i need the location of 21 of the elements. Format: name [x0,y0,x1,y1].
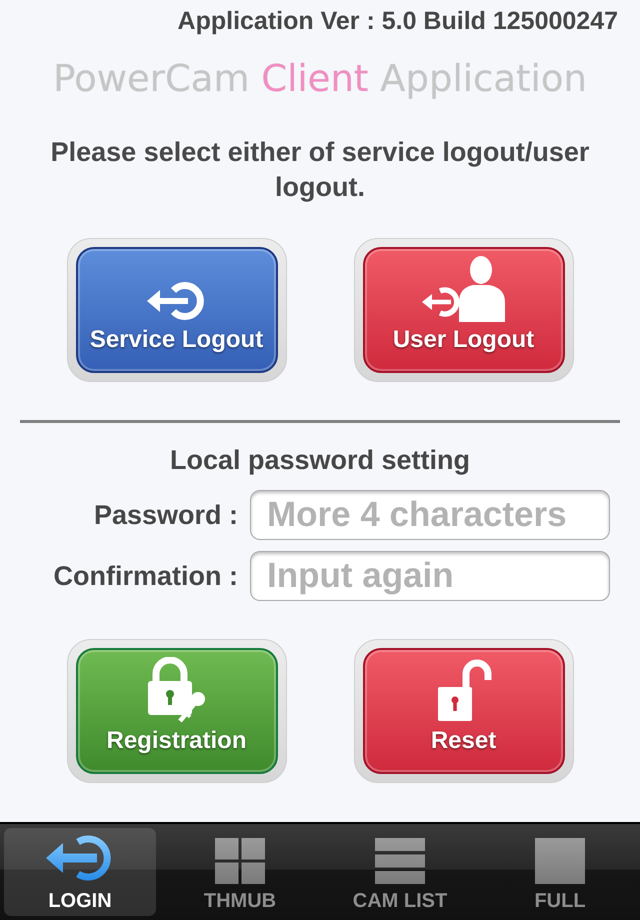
tab[interactable]: FULL [484,828,636,916]
tab[interactable]: THMUB [164,828,316,916]
list-icon [375,838,425,884]
instruction-text: Please select either of service logout/user logout. [50,136,590,204]
field-label: Password : [92,499,238,531]
padlock-key-icon [146,657,208,723]
grid-icon [215,838,265,884]
user-logout-icon [420,254,506,322]
section-heading: Local password setting [168,444,472,476]
version-text: Application Ver : 5.0 Build 125000247 [176,7,619,35]
service-logout-button[interactable]: Service Logout [66,238,286,382]
tab[interactable]: CAM LIST [324,828,476,916]
field-label: Confirmation : [52,560,238,592]
password-field[interactable]: Input again [250,551,610,601]
reset-button[interactable]: Reset [354,639,574,783]
password-field[interactable]: More 4 characters [250,490,610,540]
tab[interactable]: LOGIN [4,828,156,916]
open-padlock-icon [436,659,492,723]
square-icon [535,838,585,884]
user-logout-button[interactable]: User Logout [354,238,574,382]
registration-button[interactable]: Registration [66,639,286,783]
